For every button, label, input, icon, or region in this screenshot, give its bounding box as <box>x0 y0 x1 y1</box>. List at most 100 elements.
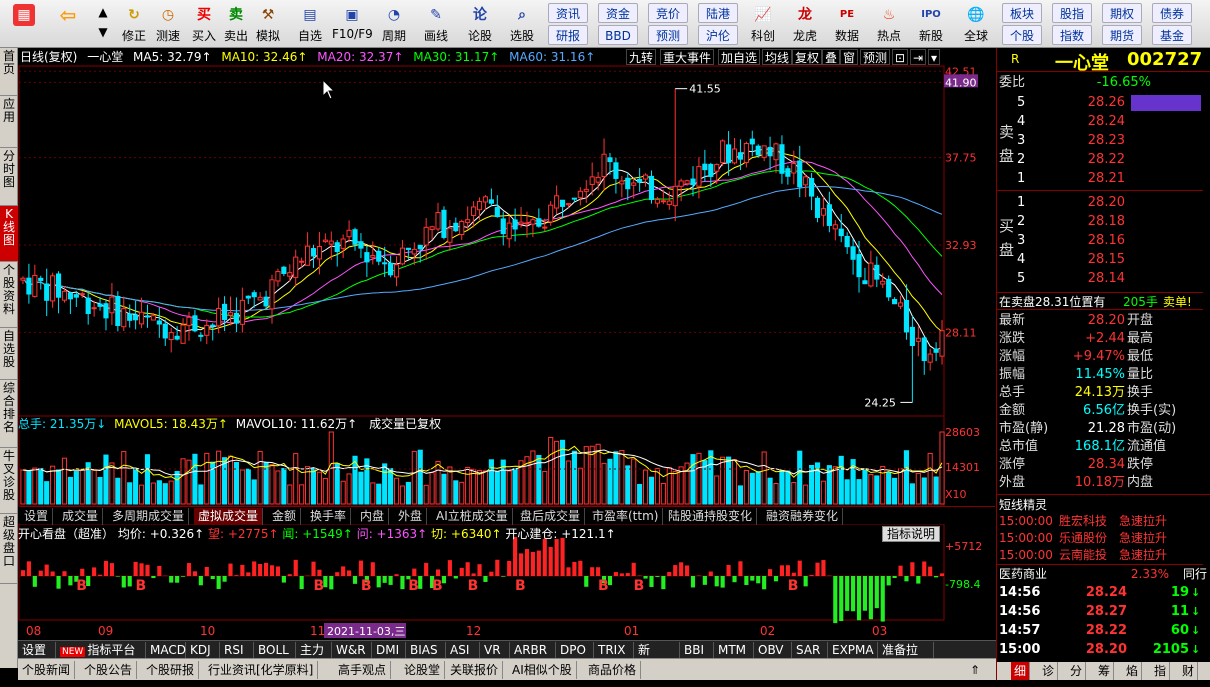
pane-tab-inner[interactable]: 内盘 <box>356 508 390 525</box>
indicator-tab-13[interactable]: DPO <box>556 642 594 658</box>
bottom-tab-2[interactable]: 个股研报 <box>142 661 200 679</box>
btn-add-watchlist[interactable]: 加自选 <box>718 49 761 65</box>
sell-level-row[interactable]: 4 28.24 <box>997 113 1203 131</box>
btn-futures[interactable]: 期货 <box>1102 25 1142 45</box>
pane-tab-virtual-volume[interactable]: 虚拟成交量 <box>194 508 264 525</box>
buy-level-row[interactable]: 3 28.16 <box>997 232 1203 250</box>
toolbar-period-button[interactable]: ◔ 周期 <box>374 2 414 46</box>
sector-row[interactable]: 医药商业 2.33% 同行 <box>997 564 1207 582</box>
indicator-explain-button[interactable]: 指标说明 <box>882 526 941 542</box>
toolbar-f10-button[interactable]: ▣ F10/F9 <box>332 2 373 46</box>
bottom-tab-4[interactable]: 高手观点 <box>334 661 392 679</box>
kline-chart-svg[interactable]: 42.5141.9037.7532.9328.1141.5524.2528603… <box>18 48 996 640</box>
tab-intraday[interactable]: 分时图 <box>0 148 18 206</box>
btn-bbd[interactable]: BBD <box>598 25 638 45</box>
indicator-tab-17[interactable]: MTM <box>714 642 754 658</box>
bottom-tab-8[interactable]: 商品价格 <box>584 661 642 679</box>
btn-forecast[interactable]: 预测 <box>648 25 688 45</box>
buy-level-row[interactable]: 1 28.20 <box>997 194 1203 212</box>
indicator-tab-14[interactable]: TRIX <box>594 642 634 658</box>
scroll-top-icon[interactable]: ⇑ <box>966 661 984 679</box>
indicator-tab-19[interactable]: SAR <box>792 642 828 658</box>
short-term-item[interactable]: 15:00:00 胜宏科技 急速拉升 <box>997 513 1203 529</box>
indicator-tab-10[interactable]: ASI <box>446 642 480 658</box>
toolbar-buy-button[interactable]: 买 买入 <box>188 2 220 46</box>
btn-ma[interactable]: 均线 <box>762 49 793 65</box>
pane-tab-ai-volume[interactable]: AI立桩成交量 <box>432 508 513 525</box>
btn-shanghai-london[interactable]: 沪伦 <box>698 25 738 45</box>
tab-watchlist[interactable]: 自选股 <box>0 328 18 380</box>
indicator-tab-21[interactable]: 准备拉升 <box>878 642 934 673</box>
indicator-tab-12[interactable]: ARBR <box>510 642 556 658</box>
lock-icon[interactable]: ⊡ <box>892 49 909 65</box>
chevron-down-icon[interactable]: ▾ <box>928 49 941 65</box>
buy-level-row[interactable]: 2 28.18 <box>997 213 1203 231</box>
short-term-item[interactable]: 15:00:00 乐通股份 急速拉升 <box>997 530 1203 546</box>
indicator-tab-4[interactable]: RSI <box>220 642 254 658</box>
toolbar-ipo-button[interactable]: IPO 新股 <box>912 2 950 46</box>
toolbar-sell-button[interactable]: 卖 卖出 <box>220 2 252 46</box>
buy-level-row[interactable]: 5 28.14 <box>997 270 1203 288</box>
pane-tab-turnover[interactable]: 换手率 <box>306 508 352 525</box>
toolbar-picker-button[interactable]: ⌕ 选股 <box>502 2 542 46</box>
btn-major-events[interactable]: 重大事件 <box>660 49 715 65</box>
bottom-tab-1[interactable]: 个股公告 <box>80 661 138 679</box>
short-term-title[interactable]: 短线精灵 <box>999 496 1047 513</box>
pane-tab-pe-ttm[interactable]: 市盈率(ttm) <box>588 508 664 525</box>
btn-auction[interactable]: 竞价 <box>648 3 688 23</box>
pane-tab-hk-holding[interactable]: 陆股通持股变化 <box>664 508 758 525</box>
toolbar-draw-button[interactable]: ✎ 画线 <box>416 2 456 46</box>
indicator-tab-2[interactable]: MACD <box>146 642 186 658</box>
indicator-tab-3[interactable]: KDJ <box>186 642 220 658</box>
btn-funds[interactable]: 资金 <box>598 3 638 23</box>
toolbar-sci-button[interactable]: 📈 科创 <box>744 2 782 46</box>
quote-tab-6[interactable]: 财 <box>1179 662 1199 680</box>
indicator-tab-9[interactable]: BIAS <box>406 642 446 658</box>
pane-tab-settings[interactable]: 设置 <box>20 508 54 525</box>
short-term-item[interactable]: 15:00:00 云南能投 急速拉升 <box>997 547 1203 563</box>
pane-tab-volume[interactable]: 成交量 <box>58 508 104 525</box>
btn-index-futures[interactable]: 股指 <box>1052 3 1092 23</box>
indicator-tab-8[interactable]: DMI <box>372 642 406 658</box>
indicator-tab-11[interactable]: VR <box>480 642 510 658</box>
btn-overlay[interactable]: 叠 <box>822 49 841 65</box>
tab-stock-info[interactable]: 个股资料 <box>0 262 18 328</box>
btn-stocks[interactable]: 个股 <box>1002 25 1042 45</box>
toolbar-hot-button[interactable]: ♨ 热点 <box>870 2 908 46</box>
quote-tab-2[interactable]: 分 <box>1067 662 1087 680</box>
btn-funds-list[interactable]: 基金 <box>1152 25 1192 45</box>
indicator-tab-5[interactable]: BOLL <box>254 642 296 658</box>
sell-level-row[interactable]: 5 28.26 <box>997 94 1203 112</box>
sell-level-row[interactable]: 3 28.23 <box>997 132 1203 150</box>
bottom-tab-5[interactable]: 论股堂 <box>400 661 446 679</box>
indicator-tab-16[interactable]: BBI <box>680 642 714 658</box>
indicator-tab-1[interactable]: NEW 指标平台 <box>56 642 146 658</box>
toolbar-back[interactable]: ⇦ <box>46 2 90 46</box>
quote-tab-3[interactable]: 筹 <box>1095 662 1115 680</box>
bottom-tab-0[interactable]: 个股新闻 <box>18 661 76 679</box>
btn-index[interactable]: 指数 <box>1052 25 1092 45</box>
quote-tab-5[interactable]: 指 <box>1151 662 1171 680</box>
quote-tab-4[interactable]: 焰 <box>1123 662 1143 680</box>
sell-level-row[interactable]: 1 28.21 <box>997 170 1203 188</box>
indicator-tab-6[interactable]: 主力 <box>296 642 332 658</box>
toolbar-watchlist-button[interactable]: ▤ 自选 <box>290 2 330 46</box>
indicator-tab-18[interactable]: OBV <box>754 642 792 658</box>
bottom-tab-7[interactable]: AI相似个股 <box>508 661 577 679</box>
btn-sector[interactable]: 板块 <box>1002 3 1042 23</box>
bottom-tab-3[interactable]: 行业资讯[化学原料] <box>204 661 319 679</box>
toolbar-speed-button[interactable]: ◷ 测速 <box>152 2 184 46</box>
tab-kline[interactable]: K线图 <box>0 206 18 262</box>
quote-tab-1[interactable]: 诊 <box>1039 662 1059 680</box>
tab-super-book[interactable]: 超级盘口 <box>0 514 18 584</box>
quote-tab-0[interactable]: 细 <box>1011 662 1031 680</box>
indicator-tab-7[interactable]: W&R <box>332 642 372 658</box>
toolbar-sim-button[interactable]: ⚒ 模拟 <box>252 2 284 46</box>
indicator-tab-0[interactable]: 设置 <box>18 642 56 658</box>
indicator-tab-15[interactable]: 新DMA <box>634 642 680 673</box>
btn-predict[interactable]: 预测 <box>860 49 891 65</box>
sell-level-row[interactable]: 2 28.22 <box>997 151 1203 169</box>
btn-hk-connect[interactable]: 陆港 <box>698 3 738 23</box>
bottom-tab-6[interactable]: 关联报价 <box>446 661 504 679</box>
pane-tab-multi-volume[interactable]: 多周期成交量 <box>108 508 190 525</box>
